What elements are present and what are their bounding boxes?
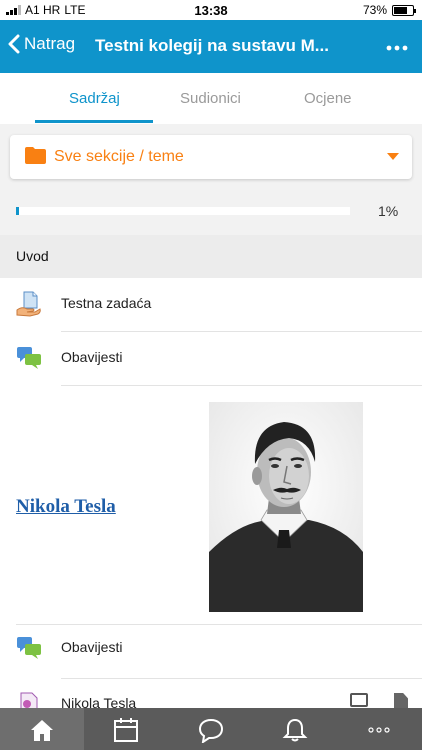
assignment-icon bbox=[16, 291, 41, 317]
tab-home[interactable] bbox=[0, 708, 84, 750]
divider bbox=[61, 385, 422, 386]
activity-forum[interactable]: Obavijesti bbox=[0, 622, 422, 676]
progress-fill bbox=[16, 207, 20, 215]
more-menu-button[interactable] bbox=[386, 34, 408, 57]
tab-more[interactable] bbox=[366, 717, 392, 743]
file-actions bbox=[350, 693, 408, 708]
status-bar: A1 HR LTE 13:38 73% bbox=[0, 0, 422, 20]
activity-label: Nikola Tesla bbox=[61, 695, 137, 708]
app-header: Natrag Testni kolegij na sustavu M... bbox=[0, 20, 422, 73]
tab-participants[interactable]: Sudionici bbox=[180, 90, 241, 107]
active-tab-indicator bbox=[35, 120, 153, 123]
portrait-image bbox=[209, 402, 363, 612]
chevron-down-icon bbox=[387, 153, 399, 160]
status-right: 73% bbox=[362, 3, 416, 17]
progress-percent: 1% bbox=[378, 203, 399, 219]
activity-assignment[interactable]: Testna zadaća bbox=[0, 278, 422, 332]
document-icon[interactable] bbox=[394, 693, 408, 708]
activity-label: Obavijesti bbox=[61, 349, 123, 365]
course-progress-bar bbox=[16, 207, 350, 215]
open-icon[interactable] bbox=[350, 693, 368, 707]
activity-label: Obavijesti bbox=[61, 639, 123, 655]
section-content: Testna zadaća Obavijesti Nikola Tesla Ob… bbox=[0, 278, 422, 708]
tab-messages[interactable] bbox=[198, 717, 224, 745]
page-title: Testni kolegij na sustavu M... bbox=[95, 36, 329, 55]
back-button[interactable]: Natrag bbox=[8, 34, 75, 54]
clock: 13:38 bbox=[194, 3, 228, 18]
messages-icon bbox=[198, 718, 224, 745]
back-label: Natrag bbox=[24, 34, 76, 53]
home-icon bbox=[31, 720, 53, 741]
folder-icon bbox=[25, 147, 46, 164]
calendar-icon bbox=[114, 718, 138, 742]
activity-file[interactable]: Nikola Tesla bbox=[0, 678, 422, 708]
battery-icon bbox=[392, 4, 416, 16]
forum-icon bbox=[17, 637, 41, 659]
battery-percent: 73% bbox=[362, 3, 387, 17]
tab-calendar[interactable] bbox=[113, 717, 139, 743]
nikola-tesla-link[interactable]: Nikola Tesla bbox=[16, 496, 116, 518]
course-tabs: Sadržaj Sudionici Ocjene bbox=[0, 73, 422, 124]
section-title: Uvod bbox=[16, 248, 49, 264]
forum-icon bbox=[17, 347, 41, 369]
notifications-icon bbox=[282, 718, 308, 742]
portrait-drawing bbox=[209, 402, 363, 612]
bottom-tab-bar bbox=[0, 708, 422, 750]
file-icon bbox=[20, 692, 38, 708]
chevron-left-icon bbox=[8, 34, 20, 54]
activity-forum[interactable]: Obavijesti bbox=[0, 332, 422, 386]
section-selector[interactable]: Sve sekcije / teme bbox=[10, 135, 412, 179]
section-selector-label: Sve sekcije / teme bbox=[54, 148, 184, 165]
activity-label: Testna zadaća bbox=[61, 295, 152, 311]
tab-content[interactable]: Sadržaj bbox=[69, 90, 120, 107]
tab-grades[interactable]: Ocjene bbox=[304, 90, 352, 107]
more-icon bbox=[386, 45, 408, 51]
more-icon bbox=[368, 727, 390, 733]
section-header: Uvod bbox=[0, 235, 422, 278]
tab-notifications[interactable] bbox=[282, 717, 308, 743]
